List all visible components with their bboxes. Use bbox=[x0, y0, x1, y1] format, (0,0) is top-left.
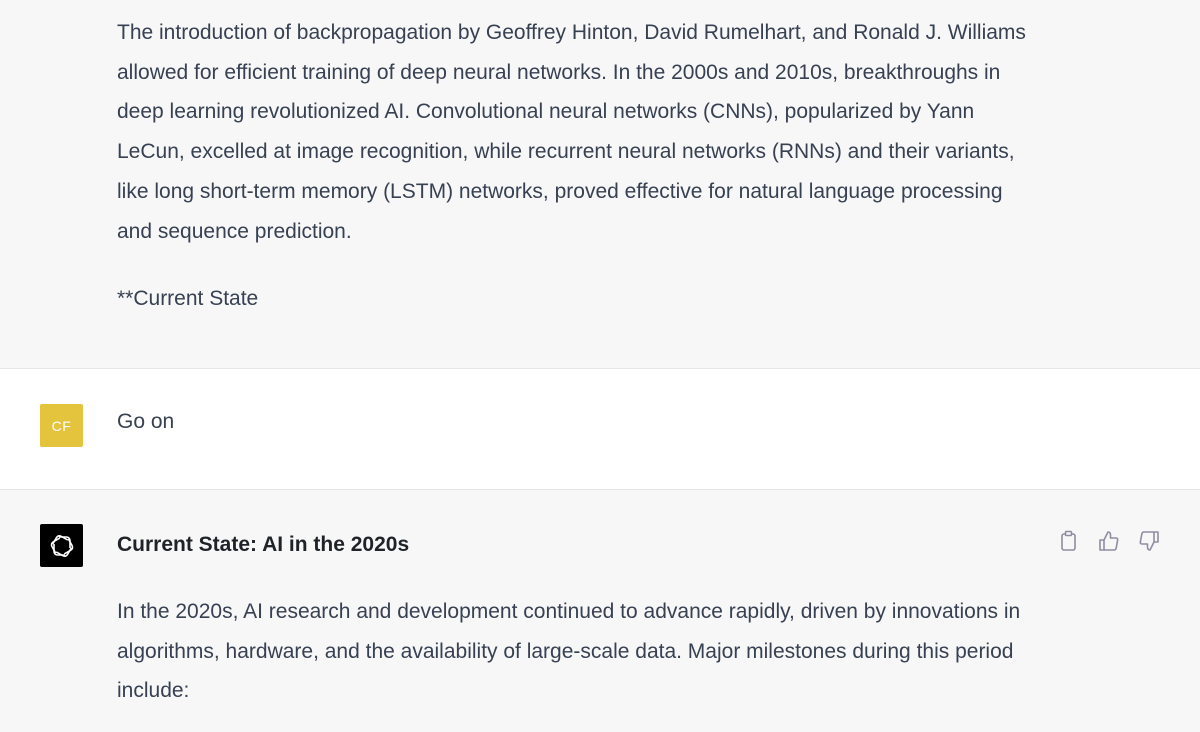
user-avatar: CF bbox=[40, 404, 83, 447]
previous-response-paragraph: The introduction of backpropagation by G… bbox=[117, 21, 1026, 243]
openai-logo-icon bbox=[40, 524, 83, 567]
user-message-text: Go on bbox=[117, 410, 175, 433]
user-avatar-initials: CF bbox=[51, 417, 72, 434]
assistant-paragraph: In the 2020s, AI research and developmen… bbox=[117, 600, 1021, 703]
conversation-thread: The introduction of backpropagation by G… bbox=[0, 0, 1200, 732]
assistant-heading: Current State: AI in the 2020s bbox=[117, 533, 410, 556]
message-actions bbox=[1058, 529, 1160, 553]
thumbs-down-icon[interactable] bbox=[1138, 529, 1160, 553]
thumbs-up-icon[interactable] bbox=[1098, 529, 1120, 553]
previous-response-trailing-text: **Current State bbox=[117, 287, 259, 310]
previous-assistant-message: The introduction of backpropagation by G… bbox=[0, 0, 1200, 369]
copy-icon[interactable] bbox=[1058, 529, 1080, 553]
